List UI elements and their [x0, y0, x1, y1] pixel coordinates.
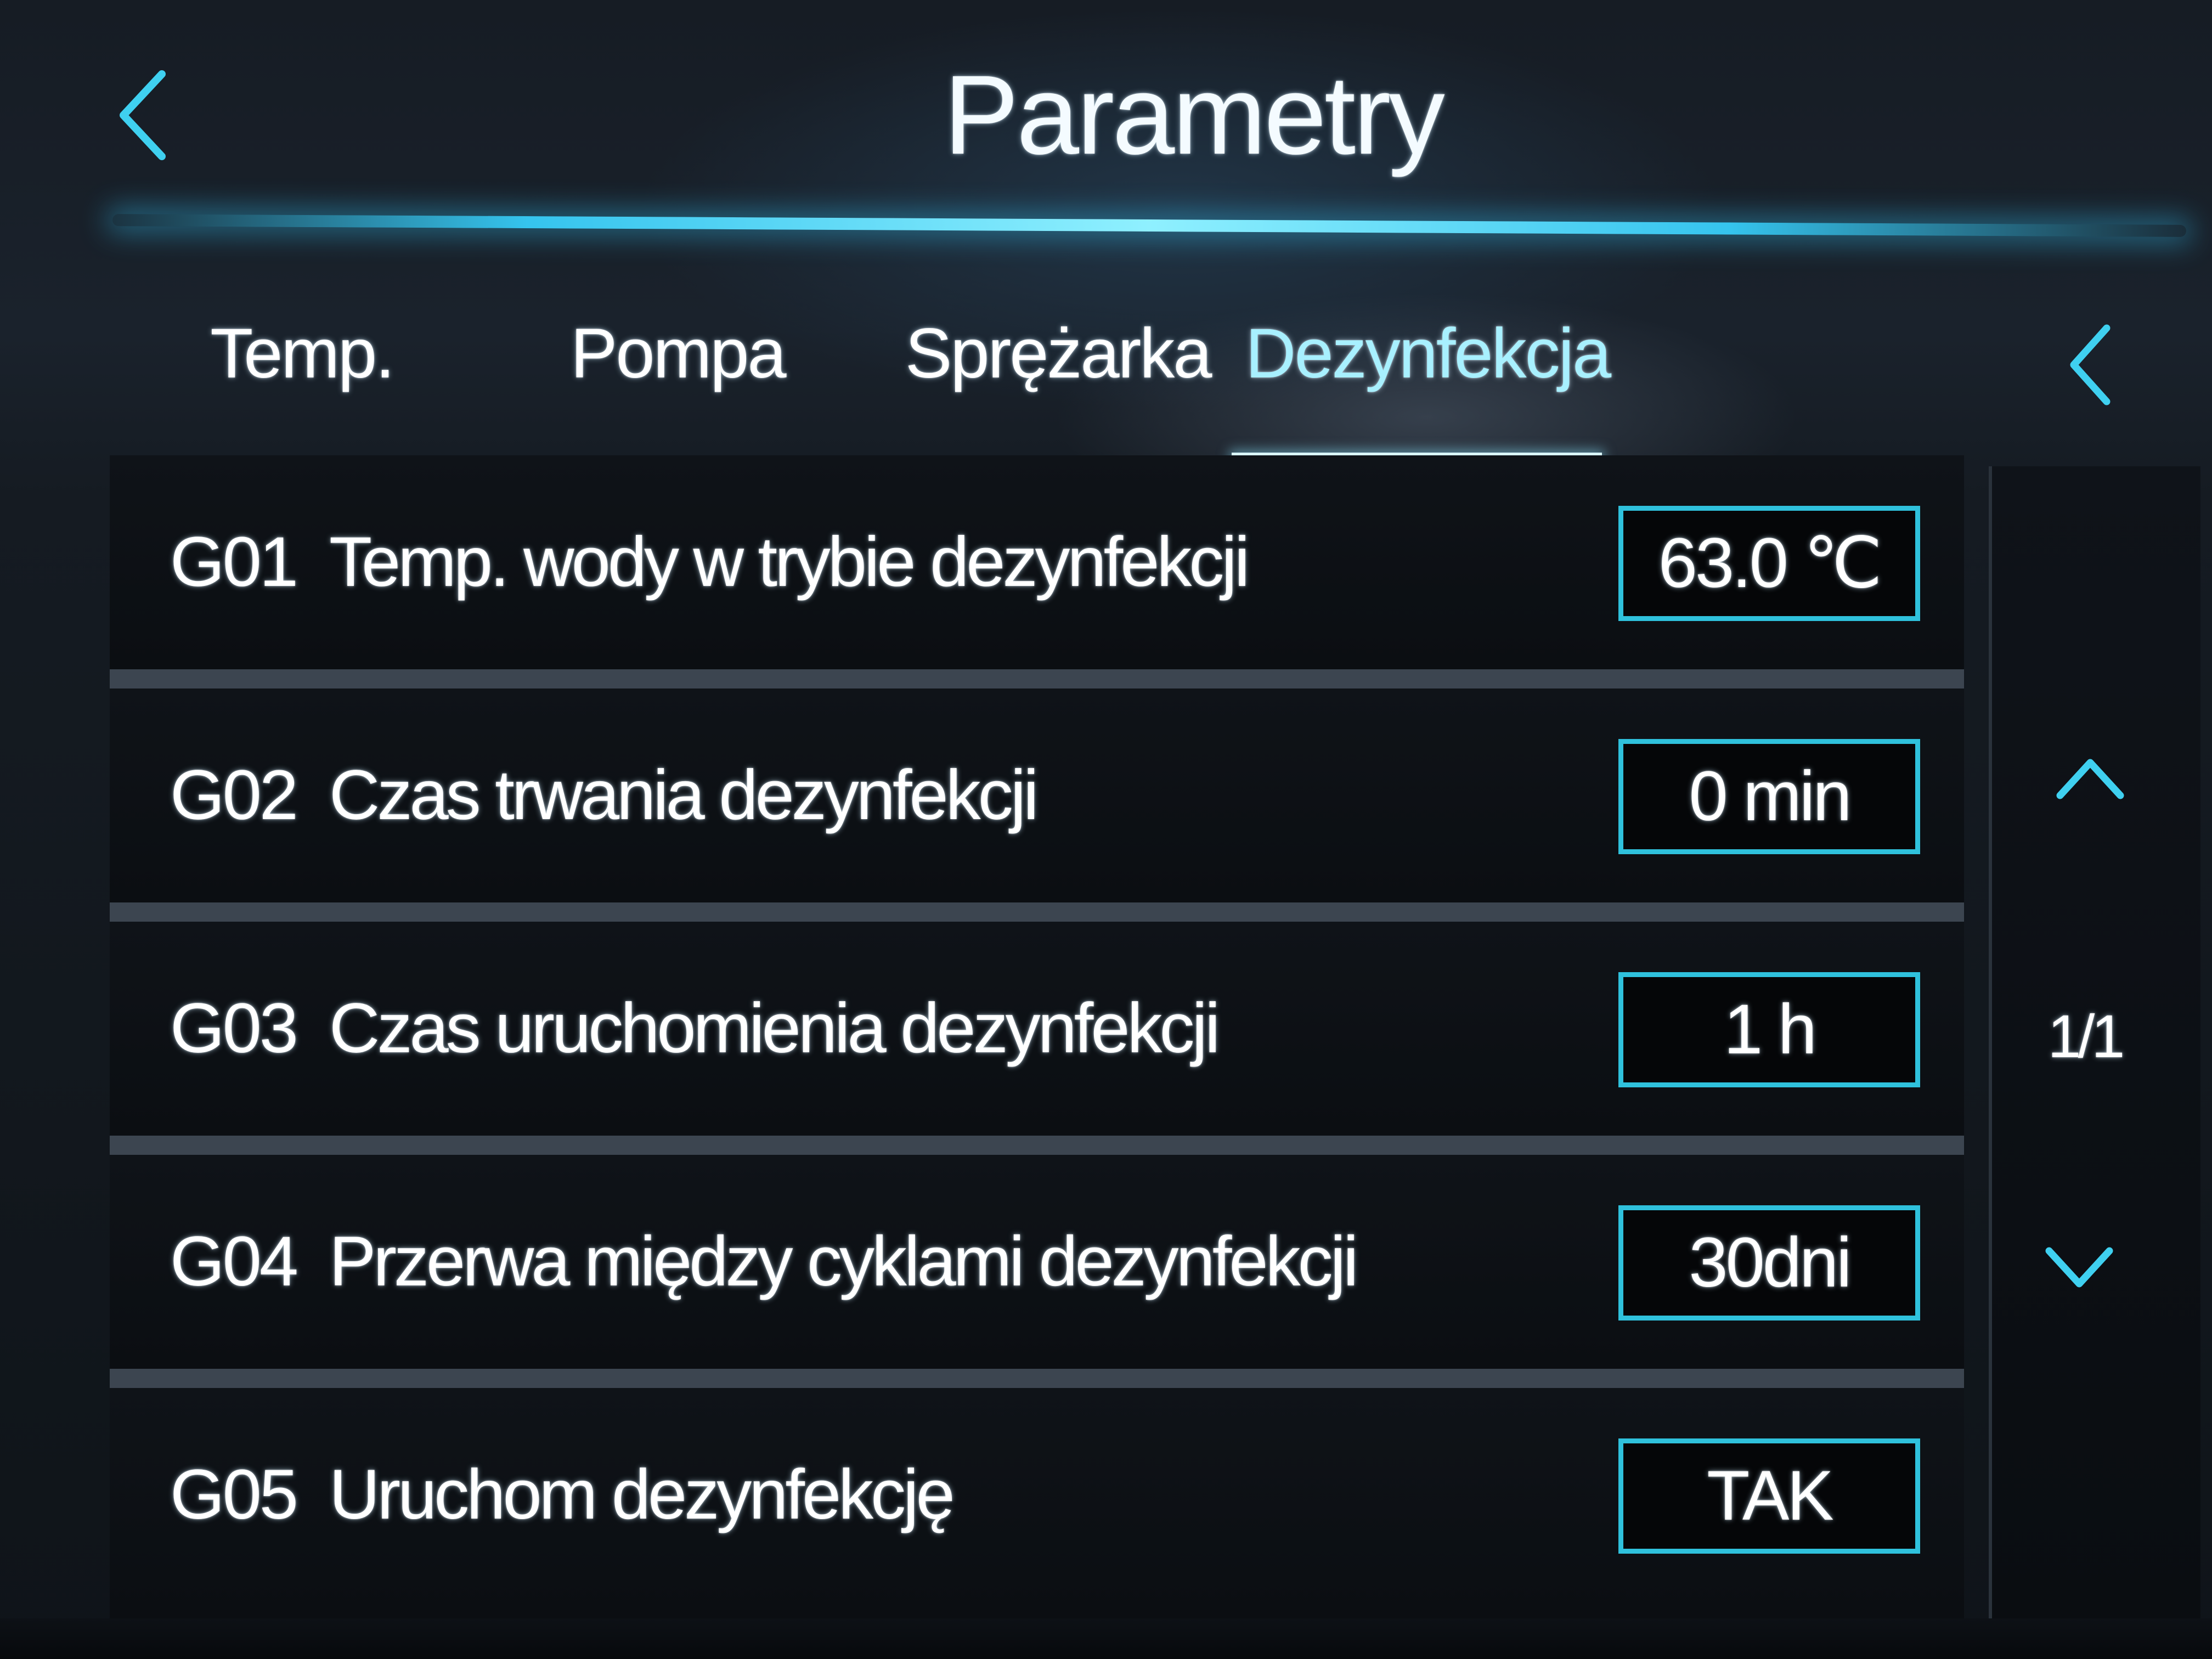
page-title: Parametry [944, 52, 1445, 178]
parameter-code: G01 [170, 523, 298, 601]
page-up-button[interactable] [2052, 746, 2129, 812]
parameter-label: Uruchom dezynfekcję [329, 1455, 955, 1534]
tab-sprezarka[interactable]: Sprężarka [905, 302, 1212, 406]
chevron-up-icon [2056, 759, 2124, 799]
header-divider [112, 214, 2187, 237]
page-down-button[interactable] [2041, 1234, 2118, 1300]
parameter-value-field[interactable]: 63.0 ℃ [1618, 506, 1920, 621]
parameter-row-g01: G01 Temp. wody w trybie dezynfekcji 63.0… [110, 455, 1964, 669]
screen-bottom-edge [0, 1618, 2212, 1659]
parameter-row-g04: G04 Przerwa między cyklami dezynfekcji 3… [110, 1155, 1964, 1369]
parameter-code: G04 [170, 1222, 298, 1301]
chevron-left-icon [120, 70, 166, 160]
parameter-label: Czas uruchomienia dezynfekcji [329, 989, 1220, 1068]
parameter-value-field[interactable]: TAK [1618, 1438, 1920, 1554]
parameter-row-g02: G02 Czas trwania dezynfekcji 0 min [110, 689, 1964, 902]
parameter-code: G02 [170, 756, 298, 834]
parameter-value-field[interactable]: 0 min [1618, 739, 1920, 854]
parameter-code: G05 [170, 1455, 298, 1534]
screen: Parametry Temp. Pompa Sprężarka Dezynfek… [0, 0, 2212, 1659]
back-button[interactable] [110, 60, 176, 170]
tab-temp[interactable]: Temp. [203, 302, 400, 406]
tab-pompa[interactable]: Pompa [571, 302, 787, 406]
tabs-scroll-left-button[interactable] [2063, 318, 2118, 411]
tab-dezynfekcja[interactable]: Dezynfekcja [1245, 302, 1611, 406]
chevron-left-icon [2070, 324, 2111, 405]
parameter-label: Przerwa między cyklami dezynfekcji [329, 1222, 1358, 1301]
parameter-row-g05: G05 Uruchom dezynfekcję TAK [110, 1388, 1964, 1618]
chevron-down-icon [2045, 1247, 2113, 1288]
parameter-list: G01 Temp. wody w trybie dezynfekcji 63.0… [110, 455, 1964, 1618]
parameter-label: Temp. wody w trybie dezynfekcji [329, 523, 1250, 601]
parameter-value-field[interactable]: 1 h [1618, 972, 1920, 1087]
parameter-label: Czas trwania dezynfekcji [329, 756, 1039, 834]
page-indicator: 1/1 [2047, 1003, 2125, 1070]
parameter-row-g03: G03 Czas uruchomienia dezynfekcji 1 h [110, 922, 1964, 1136]
parameter-code: G03 [170, 989, 298, 1068]
parameter-value-field[interactable]: 30dni [1618, 1205, 1920, 1321]
